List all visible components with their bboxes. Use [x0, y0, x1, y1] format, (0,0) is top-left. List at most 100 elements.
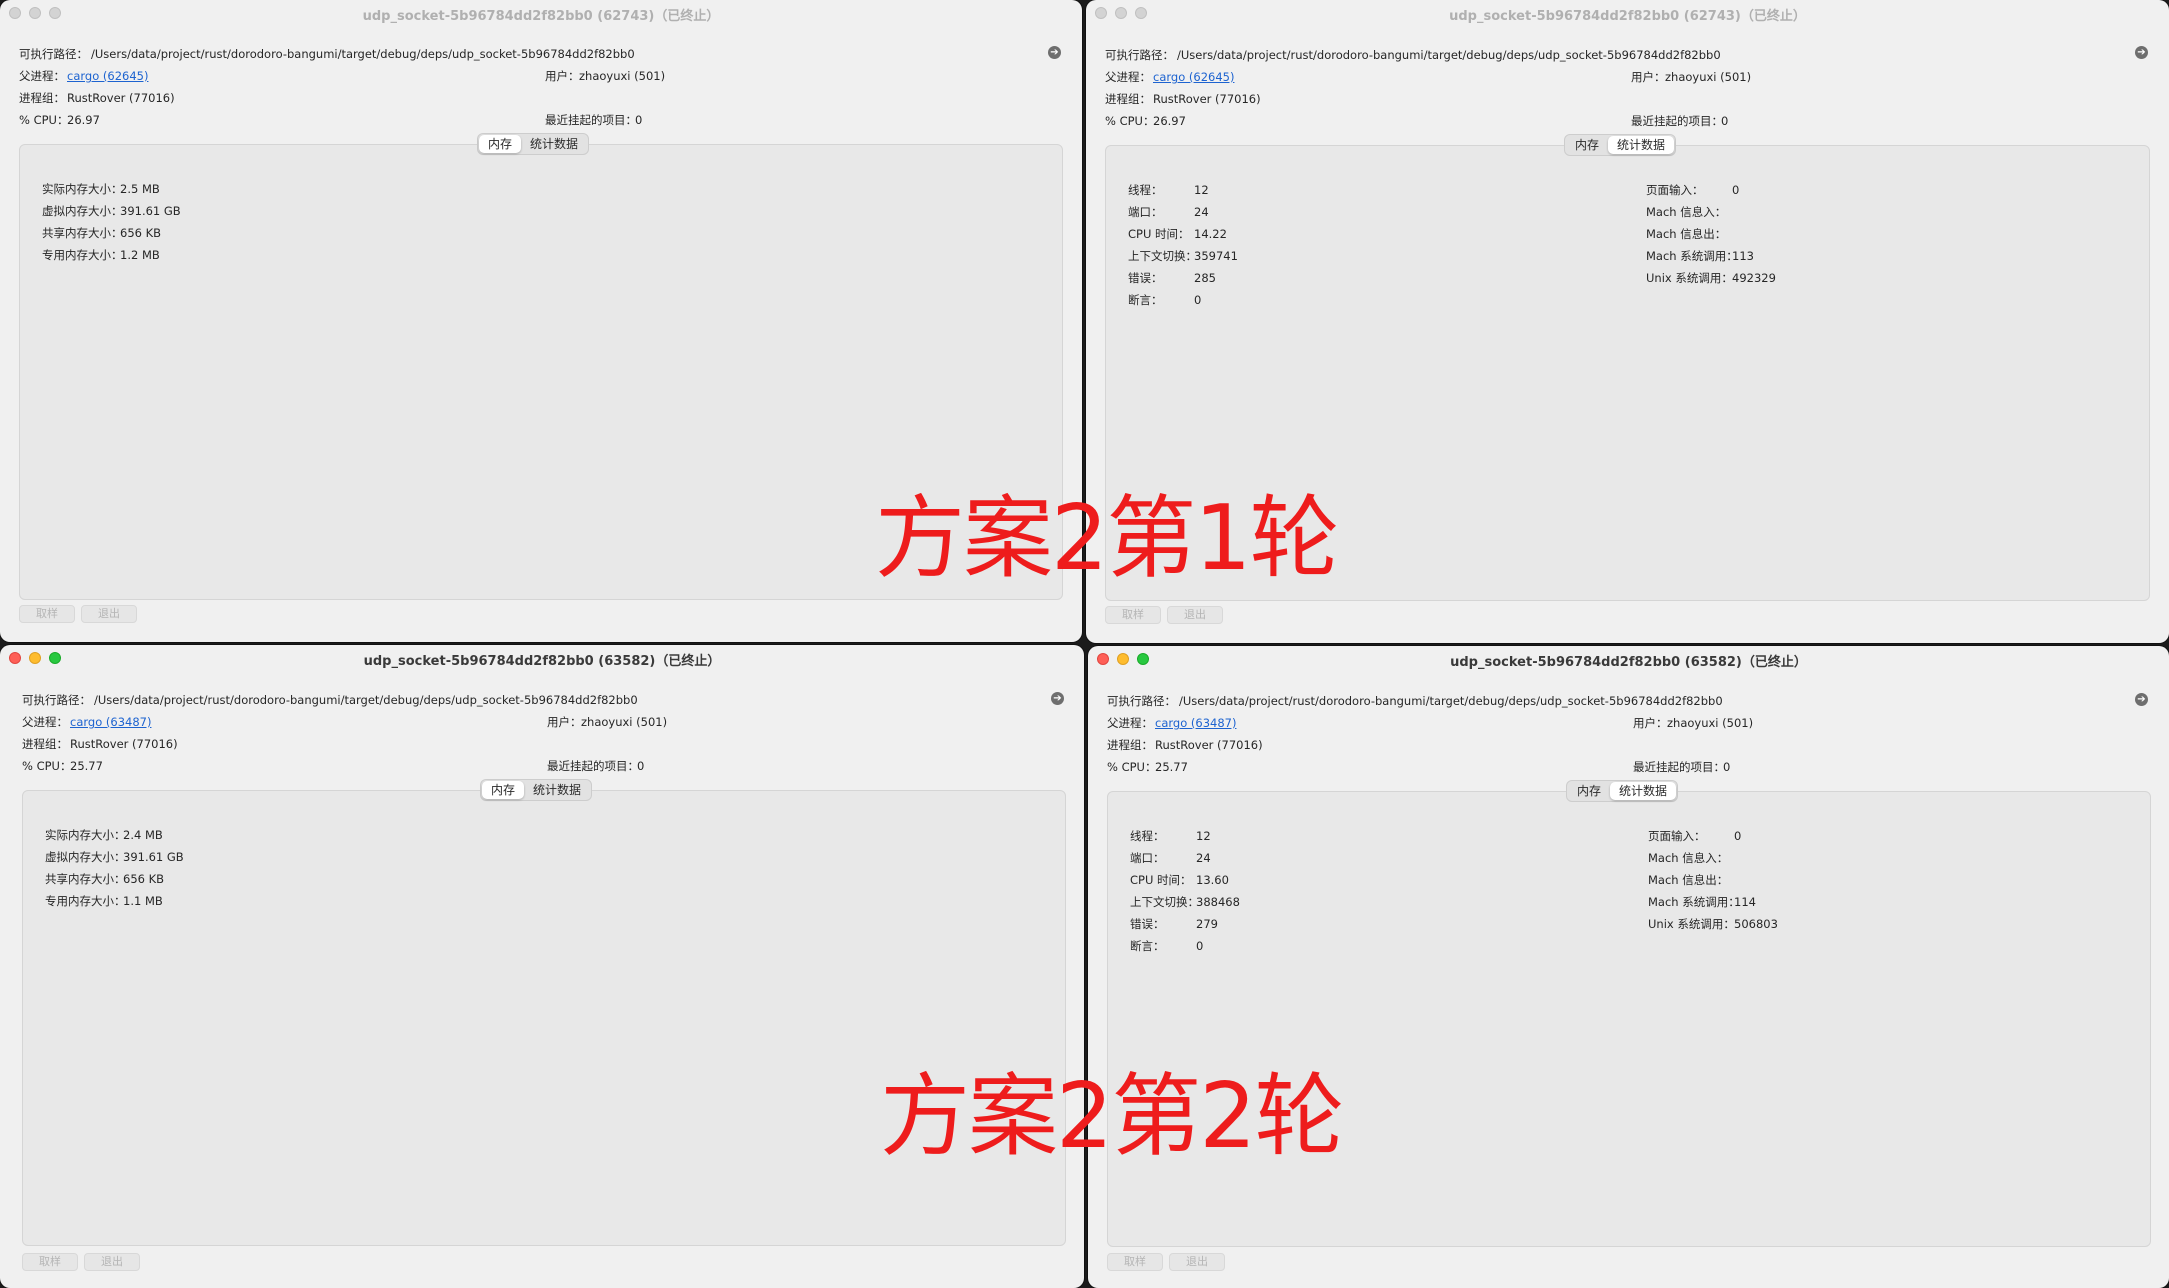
stat-value: 24 [1196, 851, 1211, 865]
exec-path-row: 可执行路径：/Users/data/project/rust/dorodoro-… [22, 692, 638, 708]
recent-row: 最近挂起的项目：0 [1633, 759, 1730, 775]
stat-label: 断言： [1130, 939, 1165, 953]
parent-process-link[interactable]: cargo (63487) [1155, 716, 1236, 730]
stat-row: 线程： 12 [1130, 828, 1211, 844]
stat-row: 断言： 0 [1128, 292, 1201, 308]
user-label: 用户： [547, 715, 582, 729]
exec-path-value: /Users/data/project/rust/dorodoro-bangum… [1177, 48, 1721, 62]
stat-row: Mach 信息入： [1648, 850, 1734, 866]
reveal-arrow-icon[interactable]: ➔ [2135, 46, 2148, 59]
user-value: zhaoyuxi (501) [581, 715, 668, 729]
parent-process-link[interactable]: cargo (63487) [70, 715, 151, 729]
tab-segmented-control: 内存 统计数据 [1564, 134, 1677, 156]
stat-label: 端口： [1130, 851, 1165, 865]
exec-path-label: 可执行路径： [1107, 694, 1176, 708]
reveal-arrow-icon[interactable]: ➔ [2135, 693, 2148, 706]
stat-label: Mach 信息入： [1648, 851, 1729, 865]
recent-label: 最近挂起的项目： [545, 113, 637, 127]
memory-value: 656 KB [120, 226, 162, 240]
quit-button[interactable]: 退出 [1167, 606, 1223, 624]
quit-button[interactable]: 退出 [84, 1253, 140, 1271]
reveal-arrow-icon[interactable]: ➔ [1048, 46, 1061, 59]
title-bar[interactable]: udp_socket-5b96784dd2f82bb0 (62743)（已终止） [0, 0, 1082, 26]
tab-statistics[interactable]: 统计数据 [1610, 782, 1677, 800]
memory-value: 2.4 MB [123, 828, 163, 842]
cpu-label: % CPU： [1105, 114, 1155, 128]
stat-label: Mach 信息入： [1646, 205, 1727, 219]
memory-value: 1.2 MB [120, 248, 160, 262]
quit-button[interactable]: 退出 [1169, 1253, 1225, 1271]
title-bar[interactable]: udp_socket-5b96784dd2f82bb0 (62743)（已终止） [1086, 0, 2169, 26]
stat-label: 页面输入： [1648, 829, 1706, 843]
stat-value: 12 [1194, 183, 1209, 197]
group-row: 进程组： RustRover (77016) [22, 736, 178, 752]
user-value: zhaoyuxi (501) [1667, 716, 1754, 730]
stat-label: Mach 系统调用： [1646, 249, 1738, 263]
stat-label: CPU 时间： [1130, 873, 1192, 887]
user-row: 用户：zhaoyuxi (501) [1631, 69, 1751, 85]
stat-row: Unix 系统调用：492329 [1646, 270, 1776, 286]
tab-segmented-control: 内存 统计数据 [480, 779, 593, 801]
memory-value: 391.61 GB [120, 204, 181, 218]
tab-content-panel: 线程： 12 端口： 24 CPU 时间： 13.60 上下文切换：388468 错误… [1107, 791, 2151, 1247]
stat-row: 线程： 12 [1128, 182, 1209, 198]
title-bar[interactable]: udp_socket-5b96784dd2f82bb0 (63582)（已终止） [0, 645, 1084, 671]
parent-process-link[interactable]: cargo (62645) [67, 69, 148, 83]
sample-button[interactable]: 取样 [1105, 606, 1161, 624]
stat-row: Mach 系统调用：114 [1648, 894, 1756, 910]
sample-button[interactable]: 取样 [22, 1253, 78, 1271]
reveal-arrow-icon[interactable]: ➔ [1051, 692, 1064, 705]
stat-row: CPU 时间： 14.22 [1128, 226, 1227, 242]
stat-label: Mach 信息出： [1648, 873, 1729, 887]
recent-label: 最近挂起的项目： [1633, 760, 1725, 774]
tab-memory[interactable]: 内存 [1566, 136, 1608, 154]
parent-process-link[interactable]: cargo (62645) [1153, 70, 1234, 84]
cpu-value: 26.97 [67, 113, 100, 127]
stat-label: Mach 系统调用： [1648, 895, 1740, 909]
parent-row: 父进程： cargo (62645) [19, 68, 148, 84]
title-bar[interactable]: udp_socket-5b96784dd2f82bb0 (63582)（已终止） [1088, 646, 2169, 672]
memory-label: 专用内存大小： [42, 248, 123, 262]
tab-statistics[interactable]: 统计数据 [521, 135, 587, 153]
stat-row: Mach 信息入： [1646, 204, 1732, 220]
parent-row: 父进程： cargo (62645) [1105, 69, 1234, 85]
user-label: 用户： [545, 69, 580, 83]
sample-button[interactable]: 取样 [19, 605, 75, 623]
user-value: zhaoyuxi (501) [579, 69, 666, 83]
group-label: 进程组： [1105, 92, 1151, 106]
tab-segmented-control: 内存 统计数据 [477, 133, 590, 155]
stat-label: Unix 系统调用： [1648, 917, 1735, 931]
stat-row: 上下文切换：388468 [1130, 894, 1240, 910]
quit-button[interactable]: 退出 [81, 605, 137, 623]
tab-memory[interactable]: 内存 [479, 135, 522, 153]
tab-statistics[interactable]: 统计数据 [1608, 136, 1675, 154]
stat-row: 页面输入： 0 [1648, 828, 1741, 844]
stat-value: 114 [1734, 895, 1756, 909]
cpu-row: % CPU：26.97 [1105, 113, 1186, 129]
cpu-row: % CPU：26.97 [19, 112, 100, 128]
stat-value: 0 [1194, 293, 1202, 307]
recent-value: 0 [1723, 760, 1731, 774]
memory-label: 专用内存大小： [45, 894, 126, 908]
tab-memory[interactable]: 内存 [1568, 782, 1610, 800]
window-title: udp_socket-5b96784dd2f82bb0 (63582)（已终止） [363, 654, 721, 669]
window-title: udp_socket-5b96784dd2f82bb0 (62743)（已终止） [362, 9, 720, 24]
stat-label: 上下文切换： [1130, 895, 1199, 909]
stat-row: 错误： 279 [1130, 916, 1218, 932]
exec-path-row: 可执行路径：/Users/data/project/rust/dorodoro-… [1107, 693, 1723, 709]
cpu-label: % CPU： [19, 113, 69, 127]
memory-label: 共享内存大小： [42, 226, 123, 240]
tab-memory[interactable]: 内存 [482, 781, 525, 799]
group-label: 进程组： [22, 737, 68, 751]
tab-content-panel: 实际内存大小：2.4 MB 虚拟内存大小：391.61 GB 共享内存大小：65… [22, 790, 1066, 1246]
user-value: zhaoyuxi (501) [1665, 70, 1752, 84]
stat-row: 端口： 24 [1130, 850, 1211, 866]
parent-label: 父进程： [22, 715, 68, 729]
stat-row: CPU 时间： 13.60 [1130, 872, 1229, 888]
stat-label: 端口： [1128, 205, 1163, 219]
exec-path-value: /Users/data/project/rust/dorodoro-bangum… [94, 693, 638, 707]
sample-button[interactable]: 取样 [1107, 1253, 1163, 1271]
tab-statistics[interactable]: 统计数据 [524, 781, 590, 799]
memory-label: 虚拟内存大小： [45, 850, 126, 864]
stat-value: 13.60 [1196, 873, 1229, 887]
